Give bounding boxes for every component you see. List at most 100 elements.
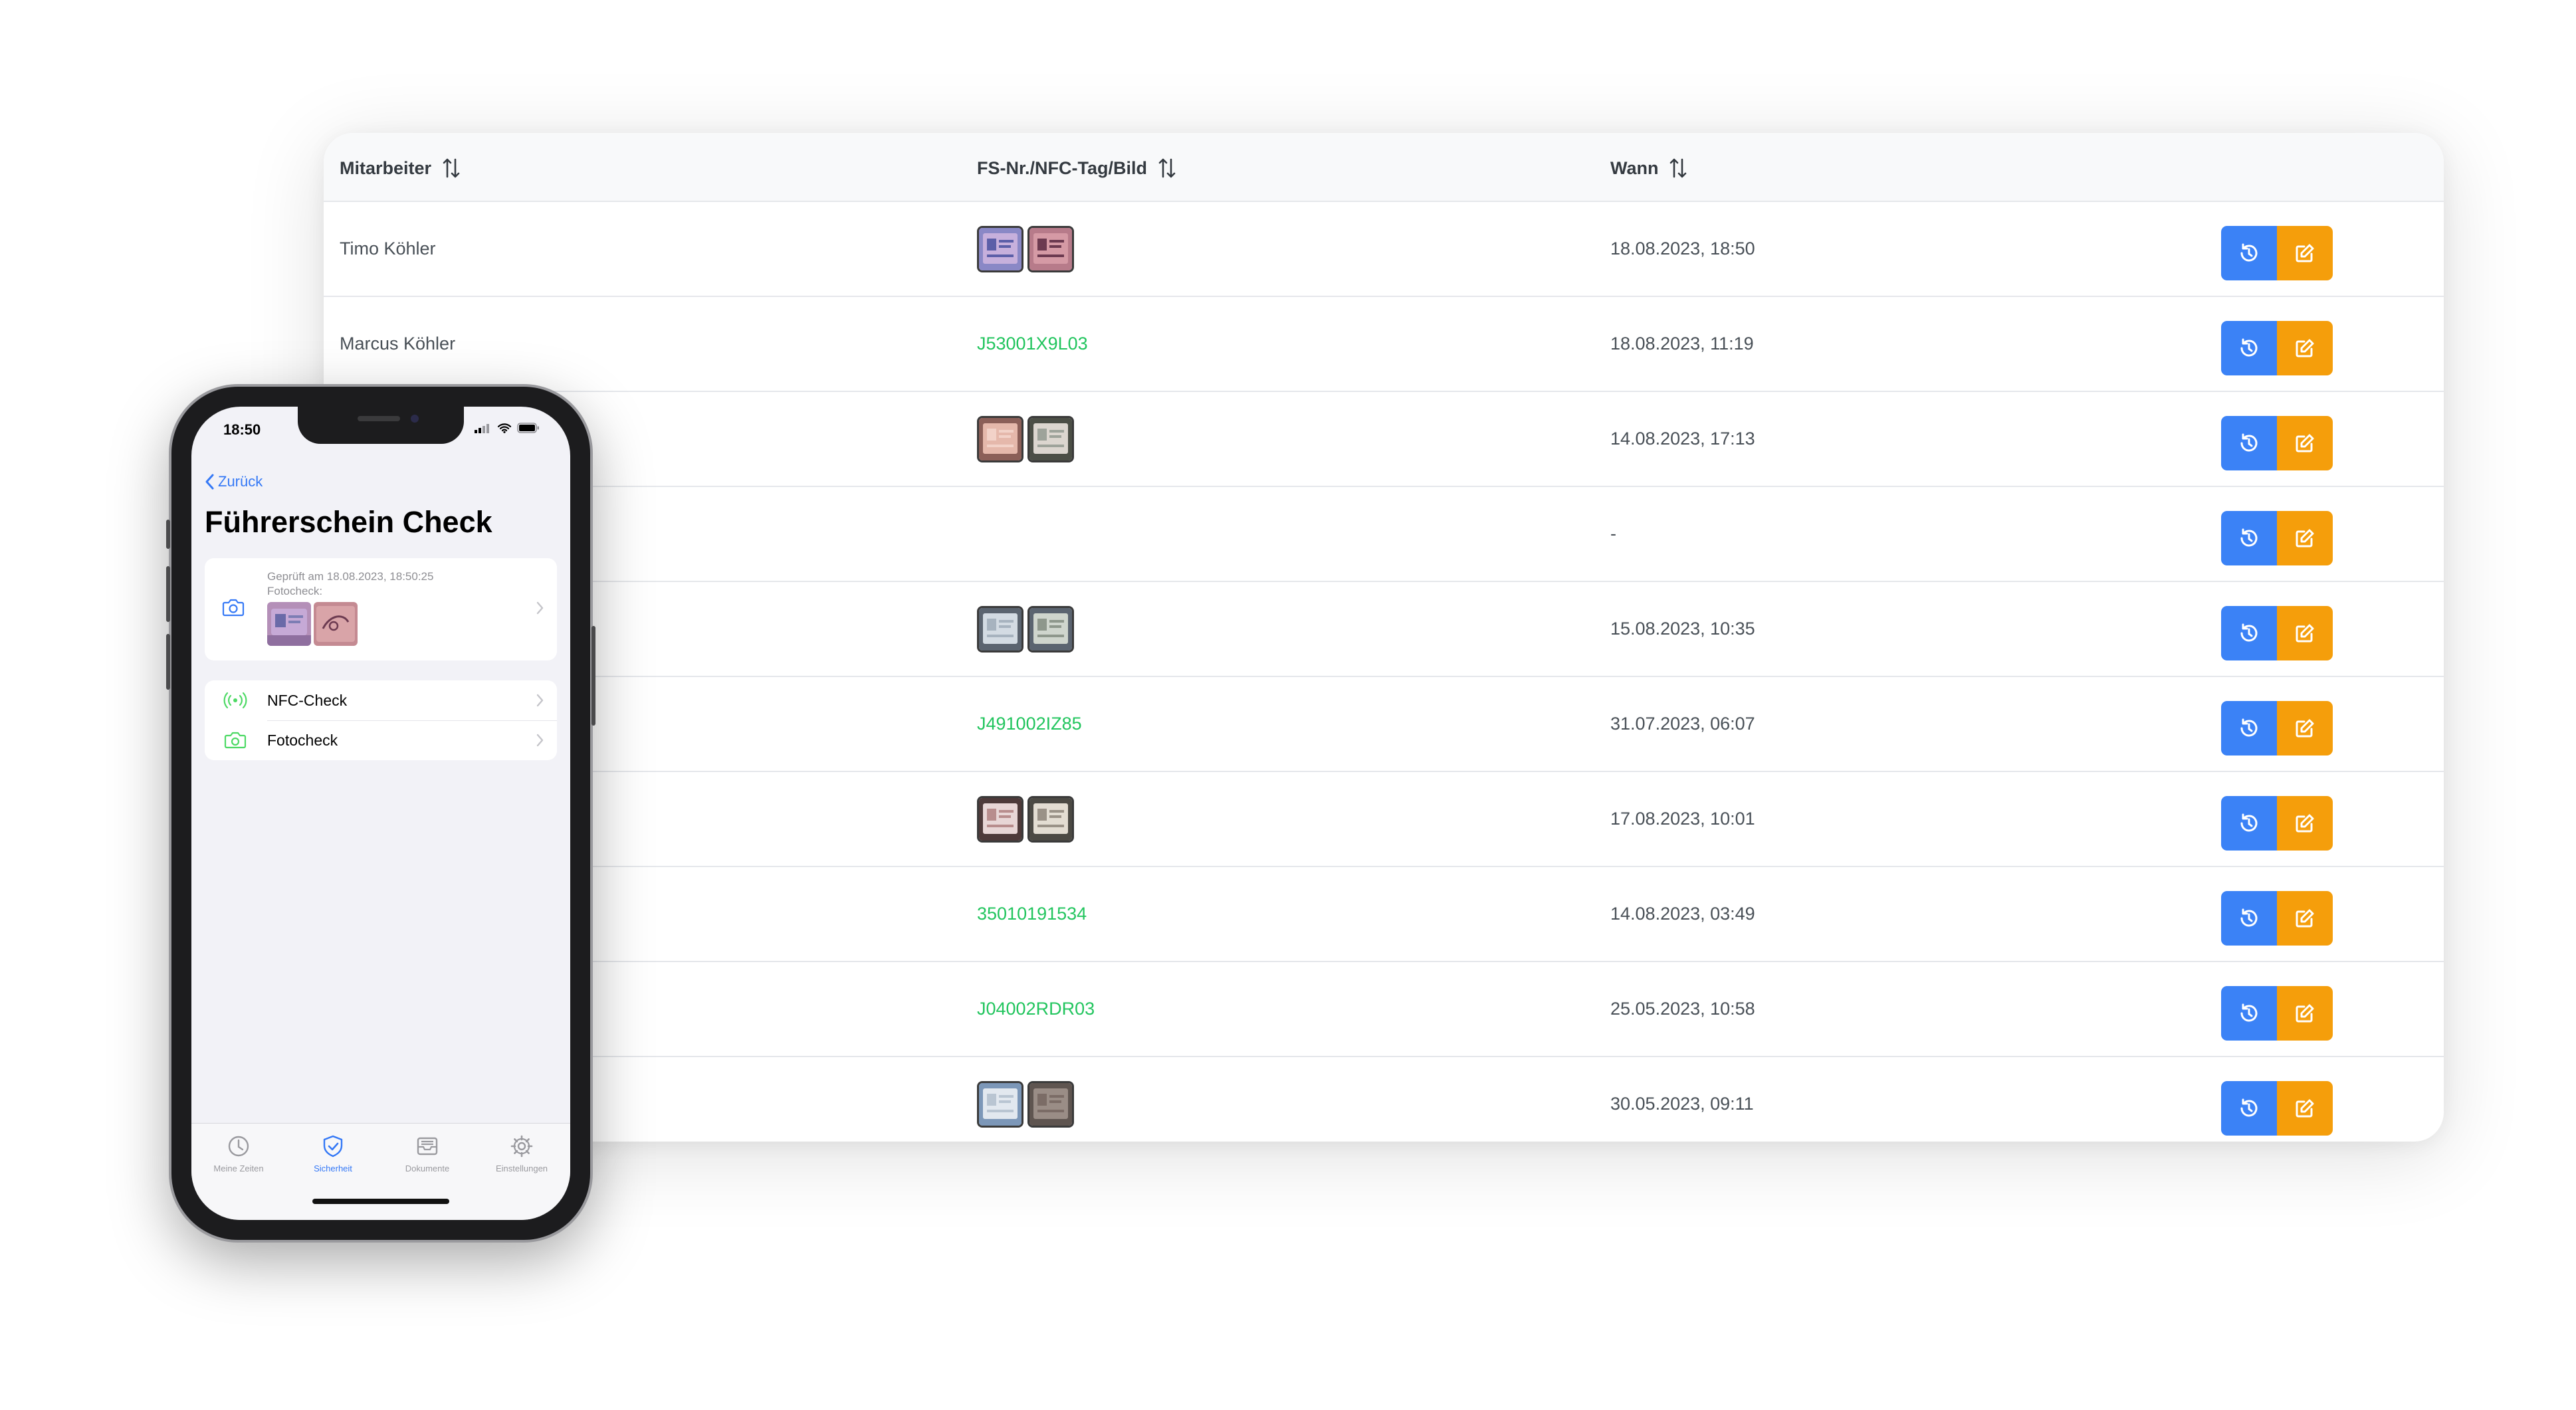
- timestamp-cell: 15.08.2023, 10:35: [1610, 619, 1755, 639]
- back-button[interactable]: Zurück: [205, 473, 263, 490]
- edit-button[interactable]: [2277, 226, 2333, 280]
- history-button[interactable]: [2221, 701, 2277, 755]
- table-row: Timo Köhler 18.08.2023, 18:50: [324, 202, 2444, 297]
- edit-button[interactable]: [2277, 701, 2333, 755]
- timestamp-cell: 25.05.2023, 10:58: [1610, 999, 1755, 1019]
- tab-meine-zeiten[interactable]: Meine Zeiten: [191, 1134, 286, 1173]
- timestamp-cell: 31.07.2023, 06:07: [1610, 714, 1755, 734]
- edit-button[interactable]: [2277, 1081, 2333, 1136]
- photo-thumbnail[interactable]: [314, 602, 358, 646]
- table-row: J491002IZ85 31.07.2023, 06:07: [324, 677, 2444, 772]
- history-button[interactable]: [2221, 511, 2277, 565]
- photo-thumbnail[interactable]: [1027, 605, 1074, 653]
- row-actions: [2221, 606, 2333, 660]
- menu-item-fotocheck[interactable]: Fotocheck: [205, 720, 557, 760]
- phone-mute-switch: [166, 520, 170, 549]
- chevron-right-icon: [536, 734, 544, 747]
- photo-thumbnail[interactable]: [1027, 1080, 1074, 1128]
- chevron-right-icon: [536, 694, 544, 707]
- edit-button[interactable]: [2277, 511, 2333, 565]
- photo-thumbs: [977, 605, 1074, 653]
- tab-sicherheit[interactable]: Sicherheit: [286, 1134, 380, 1173]
- edit-button[interactable]: [2277, 416, 2333, 470]
- history-button[interactable]: [2221, 1081, 2277, 1136]
- edit-icon: [2296, 339, 2314, 357]
- edit-icon: [2296, 624, 2314, 643]
- edit-icon: [2296, 719, 2314, 738]
- chevron-right-icon: [536, 601, 544, 615]
- column-header-when[interactable]: Wann: [1610, 157, 1687, 179]
- menu-item-nfc-check[interactable]: NFC-Check: [205, 680, 557, 721]
- history-button[interactable]: [2221, 986, 2277, 1041]
- history-icon: [2240, 623, 2258, 642]
- sort-icon[interactable]: [1669, 157, 1687, 179]
- photo-thumbnail[interactable]: [1027, 795, 1074, 843]
- tab-einstellungen[interactable]: Einstellungen: [475, 1134, 569, 1173]
- menu-item-label: NFC-Check: [267, 691, 348, 709]
- table-row: 35010191534 14.08.2023, 03:49: [324, 867, 2444, 962]
- sort-icon[interactable]: [442, 157, 461, 179]
- table-row: 17.08.2023, 10:01: [324, 772, 2444, 867]
- stage: Mitarbeiter FS-Nr./NFC-Tag/Bild Wann Tim…: [0, 0, 2576, 1410]
- table-row: 30.05.2023, 09:11: [324, 1057, 2444, 1142]
- check-result-card[interactable]: Geprüft am 18.08.2023, 18:50:25 Fotochec…: [205, 558, 557, 660]
- timestamp-cell: 14.08.2023, 17:13: [1610, 429, 1755, 449]
- tab-label: Sicherheit: [314, 1163, 352, 1173]
- edit-icon: [2296, 529, 2314, 548]
- row-actions: [2221, 226, 2333, 280]
- clock-icon: [228, 1136, 249, 1157]
- edit-button[interactable]: [2277, 606, 2333, 660]
- license-id-cell[interactable]: J491002IZ85: [977, 677, 1082, 771]
- photo-thumbnail[interactable]: [1027, 415, 1074, 462]
- photo-thumbnail[interactable]: [977, 605, 1023, 653]
- photo-thumbnail[interactable]: [977, 795, 1023, 843]
- history-button[interactable]: [2221, 416, 2277, 470]
- license-id-cell: [977, 392, 1074, 486]
- employee-cell: Marcus Köhler: [340, 334, 456, 353]
- edit-button[interactable]: [2277, 891, 2333, 946]
- table-row: Marcus Köhler J53001X9L03 18.08.2023, 11:1…: [324, 297, 2444, 392]
- edit-button[interactable]: [2277, 986, 2333, 1041]
- tab-label: Einstellungen: [495, 1163, 548, 1173]
- page-title: Führerschein Check: [205, 505, 492, 539]
- edit-icon: [2296, 244, 2314, 262]
- timestamp-cell: 30.05.2023, 09:11: [1610, 1094, 1754, 1114]
- photo-thumbnail[interactable]: [267, 602, 311, 646]
- photo-thumbnail[interactable]: [977, 415, 1023, 462]
- history-icon: [2240, 338, 2258, 357]
- edit-button[interactable]: [2277, 321, 2333, 375]
- history-icon: [2240, 528, 2258, 547]
- history-button[interactable]: [2221, 226, 2277, 280]
- column-header-id[interactable]: FS-Nr./NFC-Tag/Bild: [977, 157, 1176, 179]
- photo-thumbnail[interactable]: [977, 1080, 1023, 1128]
- records-table-card: Mitarbeiter FS-Nr./NFC-Tag/Bild Wann Tim…: [324, 133, 2444, 1142]
- battery-icon: [517, 423, 539, 433]
- photo-thumbnail[interactable]: [1027, 225, 1074, 272]
- tab-bar: Meine Zeiten Sicherheit Dokumente Einste…: [191, 1123, 570, 1220]
- check-type-label: Fotocheck:: [267, 585, 323, 597]
- table-row: J04002RDR03 25.05.2023, 10:58: [324, 962, 2444, 1057]
- history-button[interactable]: [2221, 796, 2277, 851]
- column-header-label: Wann: [1610, 157, 1659, 178]
- chevron-left-icon: [205, 474, 214, 490]
- history-icon: [2240, 243, 2258, 262]
- timestamp-cell: 14.08.2023, 03:49: [1610, 904, 1755, 924]
- license-id-cell[interactable]: J04002RDR03: [977, 962, 1095, 1056]
- tab-dokumente[interactable]: Dokumente: [380, 1134, 475, 1173]
- license-id-cell[interactable]: 35010191534: [977, 867, 1087, 961]
- license-id-cell[interactable]: J53001X9L03: [977, 297, 1088, 391]
- phone-notch: [298, 407, 464, 444]
- history-button[interactable]: [2221, 606, 2277, 660]
- edit-icon: [2296, 1004, 2314, 1023]
- photo-thumbnail[interactable]: [977, 225, 1023, 272]
- table-row: -: [324, 487, 2444, 582]
- photo-thumbs: [977, 225, 1074, 272]
- column-header-employee[interactable]: Mitarbeiter: [340, 157, 461, 179]
- edit-button[interactable]: [2277, 796, 2333, 851]
- history-button[interactable]: [2221, 321, 2277, 375]
- edit-icon: [2296, 909, 2314, 928]
- row-actions: [2221, 701, 2333, 755]
- sort-icon[interactable]: [1158, 157, 1176, 179]
- history-button[interactable]: [2221, 891, 2277, 946]
- edit-icon: [2296, 1099, 2314, 1118]
